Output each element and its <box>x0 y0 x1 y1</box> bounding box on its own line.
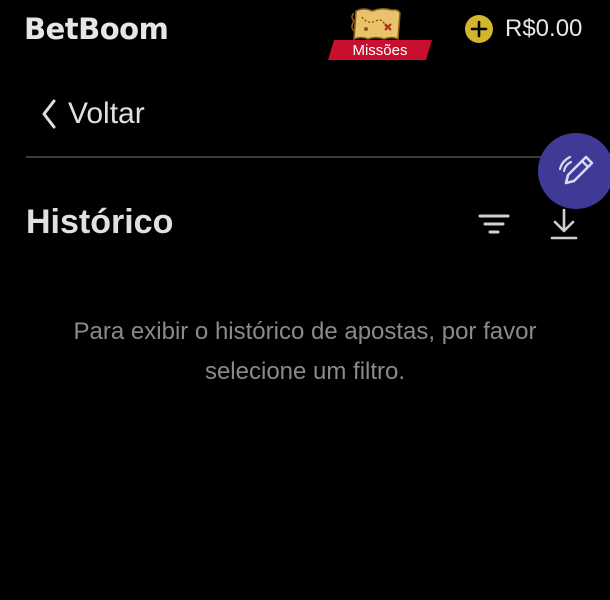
treasure-map-icon <box>351 7 401 41</box>
edit-fab-button[interactable] <box>538 133 610 209</box>
top-bar: BetBoom Missões R$0.00 <box>0 0 610 62</box>
chevron-left-icon <box>42 99 56 129</box>
app-logo[interactable]: BetBoom <box>24 12 169 46</box>
plus-circle-icon[interactable] <box>464 14 494 44</box>
missions-button[interactable]: Missões <box>326 5 434 60</box>
filter-button[interactable] <box>474 208 514 240</box>
balance-widget[interactable]: R$0.00 <box>464 14 582 44</box>
balance-amount: R$0.00 <box>505 15 583 42</box>
back-label: Voltar <box>68 97 145 130</box>
empty-state-message: Para exibir o histórico de apostas, por … <box>73 318 537 385</box>
pencil-icon <box>558 155 594 185</box>
filter-icon <box>478 214 510 234</box>
missions-label: Missões <box>352 42 408 59</box>
back-button[interactable]: Voltar <box>38 92 145 136</box>
header-divider <box>26 156 610 158</box>
download-icon <box>550 208 578 240</box>
download-button[interactable] <box>544 204 584 244</box>
page-title: Histórico <box>26 203 174 241</box>
